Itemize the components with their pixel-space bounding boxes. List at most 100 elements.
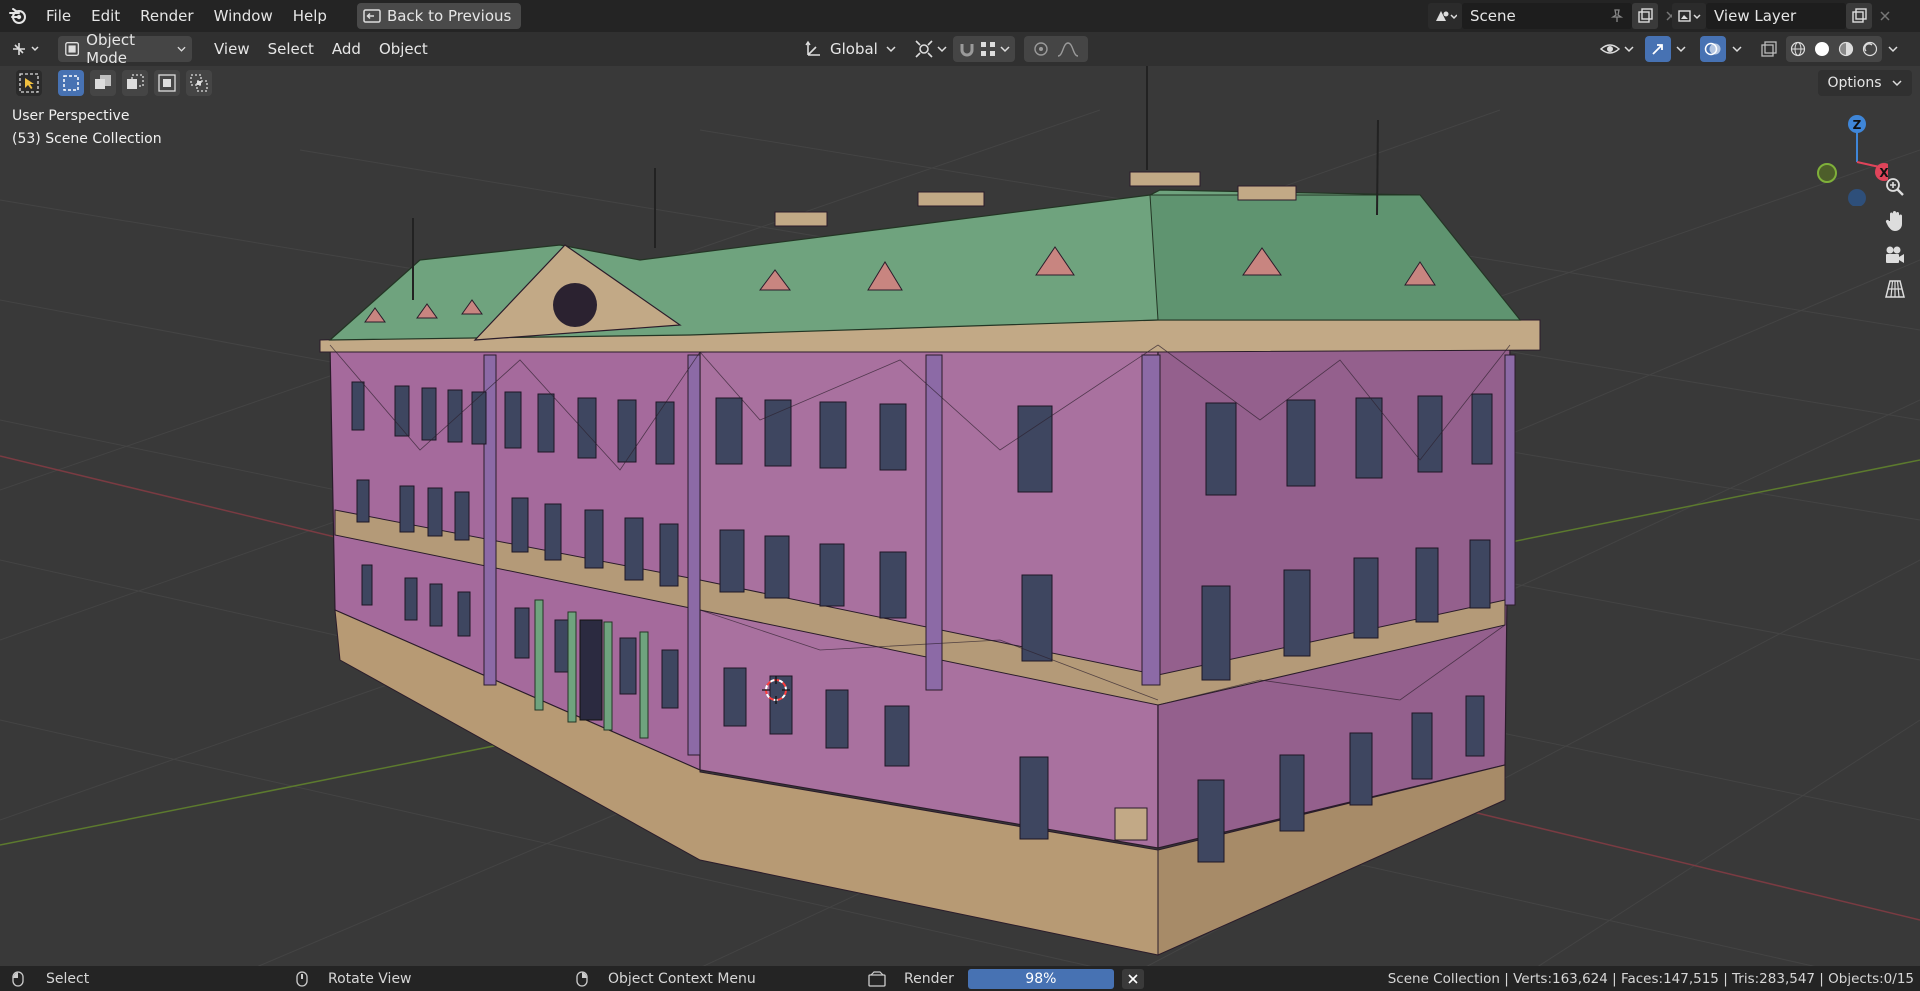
chevron-down-icon (886, 46, 896, 53)
new-scene-icon[interactable] (1632, 3, 1658, 29)
select-tool-icon[interactable] (16, 70, 42, 96)
visibility-dropdown[interactable] (1600, 36, 1634, 62)
options-dropdown[interactable]: Options (1817, 70, 1912, 96)
menu-object[interactable]: Object (370, 36, 437, 62)
viewport-header: Object Mode View Select Add Object Globa… (0, 31, 1920, 67)
blender-logo-icon[interactable] (0, 0, 36, 32)
selection-tools (16, 70, 212, 96)
eye-icon (1600, 44, 1620, 54)
menu-render[interactable]: Render (130, 0, 203, 32)
select-extend-icon[interactable] (90, 70, 116, 96)
options-label: Options (1827, 75, 1882, 91)
wireframe-shading-icon[interactable] (1790, 41, 1806, 57)
snap-toggle[interactable] (953, 36, 1015, 62)
pin-icon[interactable] (1610, 9, 1624, 23)
solid-shading-icon[interactable] (1814, 41, 1830, 57)
chevron-down-icon (1888, 46, 1898, 53)
scene-name: Scene (1470, 7, 1516, 25)
delete-view-layer-icon[interactable] (1872, 3, 1898, 29)
scene-browse-icon[interactable] (1428, 3, 1462, 29)
gizmo-toggle[interactable] (1645, 36, 1671, 62)
shading-dropdown[interactable] (1886, 36, 1900, 62)
camera-icon[interactable] (1880, 240, 1910, 270)
back-to-previous-label: Back to Previous (386, 7, 512, 25)
select-invert-icon[interactable] (154, 70, 180, 96)
render-job: Render 98% (868, 966, 1144, 991)
header-menus: View Select Add Object (205, 36, 437, 62)
pivot-icon (915, 40, 933, 58)
back-to-previous-button[interactable]: Back to Previous (356, 3, 522, 29)
viewport-perspective-label: User Perspective (12, 108, 130, 124)
menu-help[interactable]: Help (283, 0, 337, 32)
scene-name-field[interactable]: Scene (1462, 3, 1632, 29)
proportional-edit-icon (1034, 42, 1048, 56)
close-icon (1128, 973, 1138, 984)
shading-mode-group (1786, 36, 1882, 62)
top-menu-bar: File Edit Render Window Help Back to Pre… (0, 0, 1920, 32)
view-layer-name: View Layer (1714, 7, 1797, 25)
status-context: Object Context Menu (576, 966, 756, 991)
falloff-curve-icon (1057, 42, 1079, 57)
render-icon (868, 970, 886, 987)
magnet-icon (960, 44, 974, 57)
snap-grid-icon (981, 42, 995, 56)
3d-viewport[interactable]: Options User Perspective (53) Scene Coll… (0, 66, 1920, 966)
transform-orientation-dropdown[interactable]: Global (804, 36, 898, 62)
mode-dropdown[interactable]: Object Mode (58, 31, 192, 67)
select-intersect-icon[interactable] (186, 70, 212, 96)
menu-window[interactable]: Window (204, 0, 283, 32)
xray-toggle[interactable] (1756, 36, 1782, 62)
status-select: Select (12, 966, 89, 991)
status-rotate-label: Rotate View (328, 970, 412, 987)
back-screen-icon (363, 9, 381, 23)
editor-type-selector[interactable] (10, 36, 44, 62)
view-layer-selector: View Layer (1672, 3, 1898, 29)
chevron-down-icon (1892, 80, 1902, 87)
status-rotate: Rotate View (296, 966, 412, 991)
viewport-editor-icon (13, 43, 39, 55)
render-label: Render (904, 970, 954, 987)
chevron-down-icon (1624, 46, 1634, 53)
zoom-icon[interactable] (1880, 172, 1910, 202)
object-mode-icon (65, 42, 80, 56)
menu-edit[interactable]: Edit (81, 0, 130, 32)
menu-add[interactable]: Add (323, 36, 370, 62)
new-view-layer-icon[interactable] (1846, 3, 1872, 29)
navigation-gizmo[interactable]: Z X (1808, 106, 1888, 206)
viewport-grid (0, 66, 1920, 966)
gizmo-dropdown[interactable] (1674, 36, 1688, 62)
scene-selector: Scene (1428, 3, 1684, 29)
rendered-shading-icon[interactable] (1862, 41, 1878, 57)
orientation-icon (805, 40, 820, 56)
pan-hand-icon[interactable] (1880, 206, 1910, 236)
view-layer-browse-icon[interactable] (1672, 3, 1706, 29)
render-progress-bar: 98% (967, 968, 1114, 989)
building-model[interactable] (319, 66, 1541, 956)
chevron-down-icon (1000, 46, 1010, 53)
overlays-toggle[interactable] (1700, 36, 1726, 62)
pivot-point-dropdown[interactable] (914, 36, 948, 62)
proportional-editing-toggle[interactable] (1024, 36, 1088, 62)
chevron-down-icon (937, 46, 947, 53)
menu-select[interactable]: Select (259, 36, 323, 62)
menu-view[interactable]: View (205, 36, 259, 62)
overlays-icon (1704, 42, 1721, 56)
material-shading-icon[interactable] (1838, 41, 1854, 57)
chevron-down-icon (1676, 46, 1686, 53)
status-bar: Select Rotate View Object Context Menu R… (0, 966, 1920, 991)
cancel-render-button[interactable] (1121, 968, 1144, 989)
select-new-icon[interactable] (58, 70, 84, 96)
mouse-left-icon (12, 970, 24, 987)
view-layer-name-field[interactable]: View Layer (1706, 3, 1846, 29)
menu-file[interactable]: File (36, 0, 81, 32)
scene-statistics: Scene Collection | Verts:163,624 | Faces… (1387, 970, 1914, 987)
perspective-grid-icon[interactable] (1880, 274, 1910, 304)
select-subtract-icon[interactable] (122, 70, 148, 96)
overlays-dropdown[interactable] (1730, 36, 1744, 62)
xray-icon (1761, 41, 1777, 57)
mode-label: Object Mode (86, 31, 136, 67)
mouse-right-icon (576, 970, 588, 987)
viewport-collection-label: (53) Scene Collection (12, 131, 162, 147)
status-select-label: Select (46, 970, 90, 987)
mouse-middle-icon (296, 970, 308, 987)
